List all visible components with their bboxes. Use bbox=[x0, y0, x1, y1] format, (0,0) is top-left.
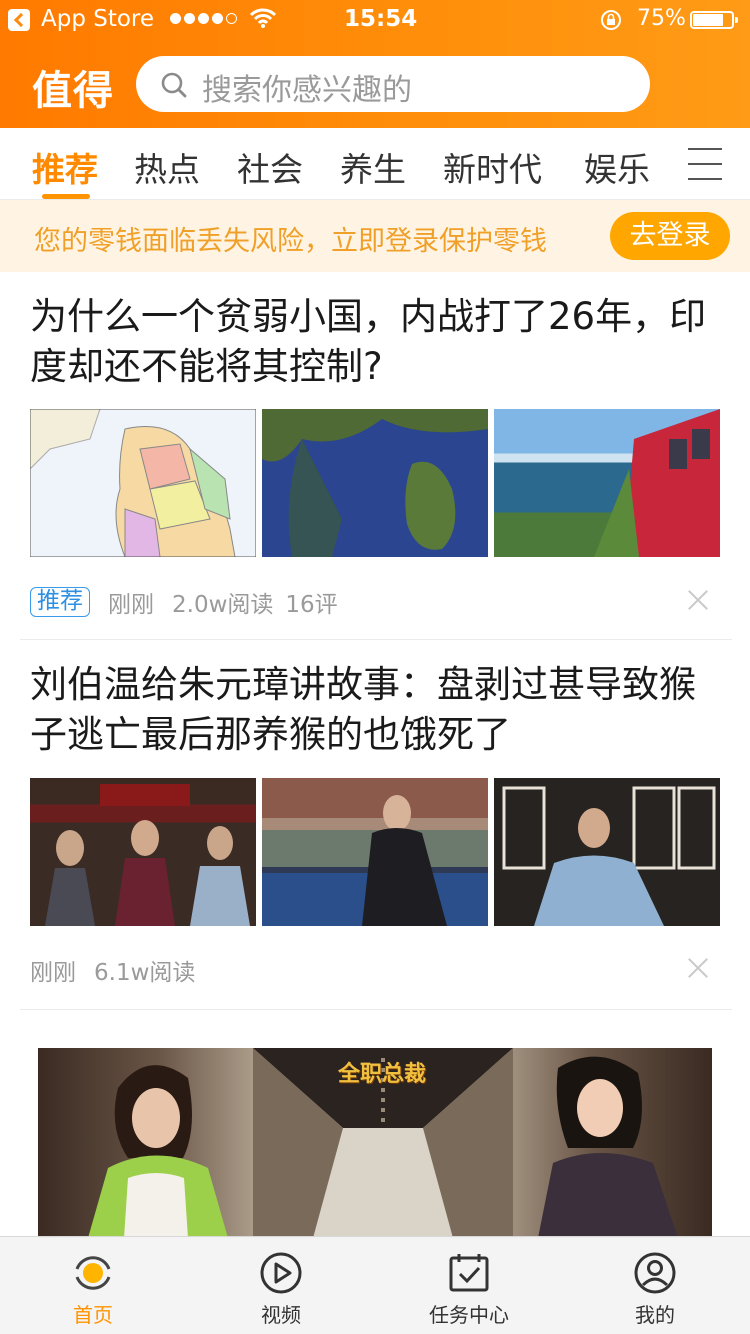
satellite-thumbnail[interactable] bbox=[262, 409, 488, 557]
article-card[interactable]: 为什么一个贫弱小国，内战打了26年，印度却还不能将其控制? 推荐 刚刚 2.0w… bbox=[0, 272, 750, 640]
recommend-tag: 推荐 bbox=[30, 587, 90, 617]
active-tab-indicator bbox=[42, 194, 90, 199]
article-meta: 推荐 刚刚 2.0w阅读 16评 bbox=[30, 585, 338, 619]
search-placeholder: 搜索你感兴趣的 bbox=[202, 73, 412, 108]
nav-video-label: 视频 bbox=[261, 1303, 301, 1327]
tab-health[interactable]: 养生 bbox=[340, 143, 406, 191]
bottom-nav: 首页 视频 任务中心 我的 bbox=[0, 1236, 750, 1334]
search-icon bbox=[161, 72, 187, 98]
article-card[interactable]: 刘伯温给朱元璋讲故事：盘剥过甚导致猴子逃亡最后那养猴的也饿死了 刚刚 6.1w阅… bbox=[0, 640, 750, 1010]
article-title[interactable]: 刘伯温给朱元璋讲故事：盘剥过甚导致猴子逃亡最后那养猴的也饿死了 bbox=[30, 660, 720, 760]
ad-banner[interactable]: 全职总裁 bbox=[38, 1048, 712, 1238]
divider bbox=[20, 1009, 732, 1010]
calendar-check-icon bbox=[449, 1254, 489, 1292]
tab-recommend[interactable]: 推荐 bbox=[32, 143, 98, 191]
rotation-lock-icon bbox=[601, 10, 621, 30]
dismiss-icon[interactable] bbox=[688, 590, 708, 610]
back-to-app-icon[interactable] bbox=[8, 9, 30, 31]
nav-video[interactable]: 视频 bbox=[206, 1237, 356, 1334]
article-thumbnails bbox=[30, 778, 720, 926]
ad-character-right bbox=[538, 1056, 678, 1238]
ad-title: 全职总裁 bbox=[338, 1062, 427, 1087]
video-play-icon bbox=[260, 1252, 302, 1294]
nav-home[interactable]: 首页 bbox=[18, 1237, 168, 1334]
nav-profile[interactable]: 我的 bbox=[580, 1237, 730, 1334]
nav-tasks[interactable]: 任务中心 bbox=[394, 1237, 544, 1334]
drama-scene-thumbnail[interactable] bbox=[262, 778, 488, 926]
status-time: 15:54 bbox=[344, 6, 418, 32]
drama-scene-thumbnail[interactable] bbox=[494, 778, 720, 926]
top-header: App Store 15:54 75% 值得 搜索你感兴趣的 bbox=[0, 0, 750, 128]
tab-new-era[interactable]: 新时代 bbox=[443, 143, 542, 191]
tab-hot[interactable]: 热点 bbox=[134, 143, 200, 191]
home-icon bbox=[75, 1256, 111, 1290]
ad-character-left bbox=[88, 1065, 228, 1238]
login-notice: 您的零钱面临丢失风险，立即登录保护零钱 去登录 bbox=[0, 200, 750, 272]
nav-tasks-label: 任务中心 bbox=[429, 1303, 509, 1327]
nav-home-label: 首页 bbox=[73, 1303, 113, 1327]
article-thumbnails bbox=[30, 409, 720, 557]
dismiss-icon[interactable] bbox=[688, 958, 708, 978]
login-button[interactable]: 去登录 bbox=[610, 212, 730, 260]
article-meta: 刚刚 6.1w阅读 bbox=[30, 953, 195, 987]
train-seaside-thumbnail[interactable] bbox=[494, 409, 720, 557]
article-time: 刚刚 bbox=[108, 592, 154, 618]
channel-menu-icon[interactable] bbox=[688, 148, 722, 180]
nav-profile-label: 我的 bbox=[635, 1303, 675, 1327]
drama-scene-thumbnail[interactable] bbox=[30, 778, 256, 926]
battery-percent: 75% bbox=[637, 6, 686, 31]
map-thumbnail[interactable] bbox=[30, 409, 256, 557]
search-input[interactable]: 搜索你感兴趣的 bbox=[136, 56, 650, 112]
back-app-label[interactable]: App Store bbox=[41, 6, 154, 32]
article-comments: 16评 bbox=[285, 592, 338, 618]
article-reads: 2.0w阅读 bbox=[172, 592, 274, 618]
article-title[interactable]: 为什么一个贫弱小国，内战打了26年，印度却还不能将其控制? bbox=[30, 292, 720, 392]
wifi-icon bbox=[250, 8, 276, 28]
app-logo: 值得 bbox=[32, 68, 114, 114]
notice-text: 您的零钱面临丢失风险，立即登录保护零钱 bbox=[34, 226, 547, 257]
status-bar: App Store 15:54 75% bbox=[0, 0, 750, 40]
category-tabs: 推荐 热点 社会 养生 新时代 娱乐 bbox=[0, 128, 750, 200]
article-time: 刚刚 bbox=[30, 960, 76, 986]
article-reads: 6.1w阅读 bbox=[94, 960, 196, 986]
user-icon bbox=[634, 1252, 676, 1294]
battery-icon bbox=[690, 11, 738, 29]
signal-icon bbox=[170, 13, 237, 24]
tab-society[interactable]: 社会 bbox=[237, 143, 303, 191]
tab-entertainment[interactable]: 娱乐 bbox=[584, 143, 650, 191]
